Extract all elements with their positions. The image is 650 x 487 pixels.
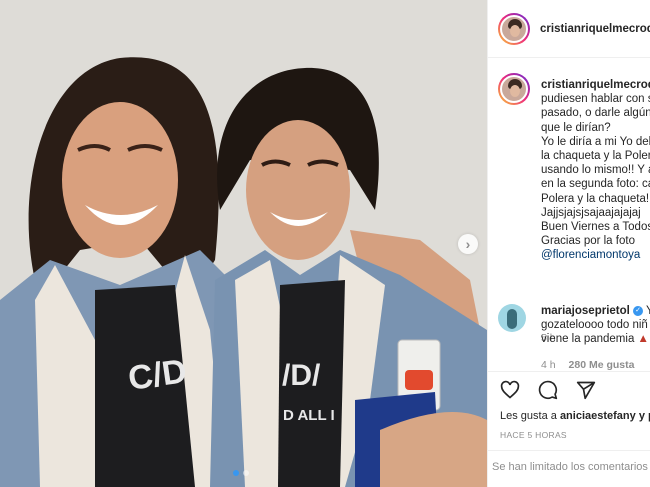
likes-line: Les gusta a aniciaestefany y p [500, 410, 650, 422]
photo-illustration: C/D /D/ D ALL I [0, 0, 487, 487]
caption-line: la chaqueta y la Polera [541, 150, 650, 163]
comment-likes[interactable]: 280 Me gusta [569, 359, 635, 371]
caption-line: pasado, o darle algún [541, 107, 650, 120]
caption: cristianriquelmecroque pudiesen hablar c… [541, 78, 650, 263]
comment-text: viene la pandemia [541, 333, 635, 345]
emoji-icon: ▲ [637, 333, 649, 345]
svg-text:C/D: C/D [126, 352, 189, 398]
caption-line: usando lo mismo!! Y a [541, 164, 650, 177]
share-icon[interactable] [576, 380, 596, 400]
comment-text: gozateloooo todo niñ [541, 319, 648, 331]
post-header: cristianriquelmecroque [488, 0, 650, 58]
caption-line: Jajjsjajsjsajaajajajaj [541, 206, 641, 219]
likes-user[interactable]: aniciaestefany [560, 410, 636, 422]
post-age[interactable]: HACE 5 HORAS [500, 430, 567, 440]
carousel-dot-active [233, 470, 239, 476]
actions-section: Les gusta a aniciaestefany y p HACE 5 HO… [488, 371, 650, 487]
caption-line: pudiesen hablar con su [541, 93, 650, 106]
comment: mariajoseprietol ✓ Yo gozateloooo todo n… [541, 304, 650, 346]
comment-text: Yo [646, 305, 650, 317]
carousel-dots [233, 470, 249, 476]
caption-line: en la segunda foto: ca [541, 178, 650, 191]
caption-mention[interactable]: @florenciamontoya [541, 248, 650, 262]
comment-icon[interactable] [538, 380, 558, 400]
avatar[interactable] [498, 12, 530, 45]
verified-icon: ✓ [633, 305, 644, 316]
caption-line: Yo le diría a mi Yo del [541, 135, 650, 148]
comment-time[interactable]: 4 h [541, 359, 556, 371]
action-icons [500, 380, 596, 400]
caption-username[interactable]: cristianriquelmecroque [541, 79, 650, 91]
likes-text: Les gusta a [500, 410, 557, 422]
header-username[interactable]: cristianriquelmecroque [540, 23, 650, 35]
carousel-dot [243, 470, 249, 476]
caption-line: Buen Viernes a Todos. [541, 221, 650, 234]
comments-section[interactable]: cristianriquelmecroque pudiesen hablar c… [488, 59, 650, 371]
caption-avatar[interactable] [498, 73, 530, 105]
caption-line: Gracias por la foto [541, 235, 635, 248]
comment-username[interactable]: mariajoseprietol [541, 305, 630, 317]
caption-line: Polera y la chaqueta!!! [541, 192, 650, 205]
svg-text:/D/: /D/ [282, 359, 321, 392]
next-photo-button[interactable]: › [458, 234, 478, 254]
caption-line: que le dirían? [541, 121, 611, 134]
heart-icon[interactable] [500, 380, 520, 400]
post-photo[interactable]: C/D /D/ D ALL I › [0, 0, 487, 487]
svg-text:D ALL I: D ALL I [283, 407, 335, 424]
comment-avatar[interactable] [498, 304, 526, 332]
comments-limited-notice: Se han limitado los comentarios [488, 450, 650, 473]
likes-suffix[interactable]: y p [639, 410, 650, 422]
post-side-panel: cristianriquelmecroque cristianriquelmec… [487, 0, 650, 487]
comment-meta: 4 h 280 Me gusta [541, 359, 634, 371]
chevron-right-icon: › [465, 236, 471, 252]
